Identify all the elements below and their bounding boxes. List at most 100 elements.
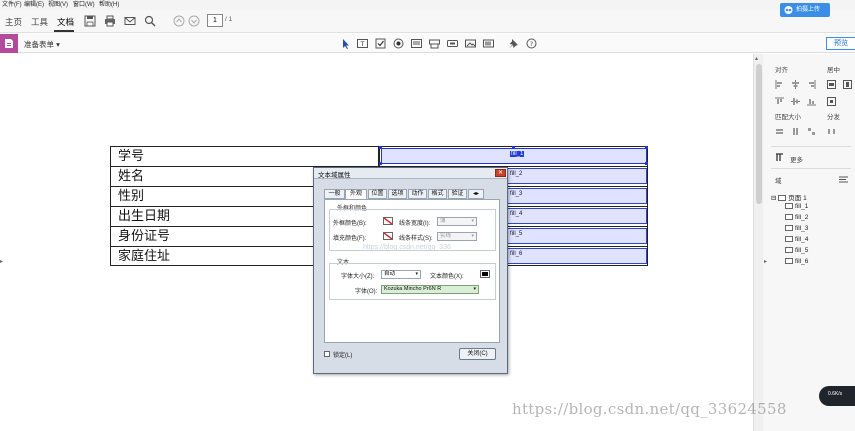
fields-options-icon[interactable] [839,175,848,184]
fill-color-picker[interactable] [383,232,393,240]
tab-actions[interactable]: 动作 [408,189,427,199]
border-color-picker[interactable] [383,217,393,225]
dialog-titlebar[interactable]: 文本域属性 ✕ [314,168,507,179]
select-cursor-icon[interactable] [340,38,351,49]
tab-document[interactable]: 文档 [57,16,74,28]
menu-file[interactable]: 文件(F) [2,0,22,8]
text-color-label: 文本颜色(X): [430,274,464,280]
page-up-icon[interactable] [173,15,185,27]
center-vertical-icon[interactable] [843,80,852,89]
print-icon[interactable] [104,15,116,27]
align-top-icon[interactable] [775,97,784,106]
upload-button-label: 拍摄上传 [796,7,821,13]
more-tools-icon[interactable] [775,153,784,162]
tab-format[interactable]: 格式 [428,189,447,199]
upload-button[interactable]: 拍摄上传 [780,3,830,17]
form-label-student-id: 学号 [110,146,379,166]
checkbox-icon[interactable] [375,38,386,49]
center-section-label: 居中 [827,67,840,74]
tree-item-fill-1[interactable]: fill_1 [785,203,808,210]
tab-general[interactable]: 一般 [324,189,345,199]
text-field-properties-dialog: 文本域属性 ✕ 一般 外观 位置 选项 动作 格式 验证 ◂▸ 外框和颜色 ht… [313,167,508,374]
tree-item-fill-4[interactable]: fill_4 [785,236,808,243]
menu-view[interactable]: 视图(V) [48,0,68,8]
save-icon[interactable] [84,15,96,27]
tab-scroll-arrows[interactable]: ◂▸ [468,189,484,199]
line-width-select[interactable]: 薄 ▾ [437,217,477,226]
tree-item-fill-3[interactable]: fill_3 [785,225,808,232]
dialog-watermark: https://blog.csdn.net/qq_336 [363,244,451,251]
tab-options[interactable]: 选项 [388,189,407,199]
prepare-form-tool-icon[interactable] [0,34,18,53]
collapse-left-icon[interactable]: ▸ [0,258,3,265]
form-field-fill-1[interactable]: fill_1 [381,148,647,164]
mail-icon[interactable] [124,15,136,27]
match-width-icon[interactable] [775,127,784,136]
tab-position[interactable]: 位置 [368,189,387,199]
menu-bar: 文件(F) 编辑(E) 视图(V) 窗口(W) 帮助(H) [0,0,855,10]
resize-handle[interactable] [379,146,382,149]
distribute-horizontal-icon[interactable] [827,127,836,136]
tree-root-page-1[interactable]: ⊟ 页面 1 [771,192,807,202]
tab-home[interactable]: 主页 [5,16,22,28]
text-field-icon[interactable]: T [357,38,368,49]
font-size-select[interactable]: 自动 ▾ [381,270,421,279]
locked-checkbox[interactable] [324,351,330,357]
fields-section-label: 域 [775,178,782,185]
help-icon[interactable]: ? [526,38,537,49]
match-both-icon[interactable] [807,127,816,136]
collapse-right-icon[interactable]: ▸ [764,258,767,265]
tree-item-fill-2[interactable]: fill_2 [785,214,808,221]
menu-help[interactable]: 帮助(H) [99,0,119,8]
right-tools-panel: 对齐 居中 匹配大小 分发 更多 域 ⊟ 页面 1 fill_1 fill_2 … [763,54,855,431]
tree-item-label: fill_1 [795,203,809,210]
align-center-icon[interactable] [791,80,800,89]
page-number-input[interactable]: 1 [207,14,223,27]
text-color-picker[interactable] [480,270,490,278]
resize-handle[interactable] [645,146,648,149]
tree-item-label: fill_6 [795,258,809,265]
pin-icon[interactable] [508,38,519,49]
dialog-close-button[interactable]: 关闭(C) [459,348,496,360]
image-field-icon[interactable] [465,38,476,49]
center-both-icon[interactable] [827,97,836,106]
page-total: / 1 [225,16,233,23]
align-middle-icon[interactable] [791,97,800,106]
page-down-icon[interactable] [188,15,200,27]
close-icon[interactable]: ✕ [495,169,506,177]
tree-item-fill-6[interactable]: fill_6 [785,258,808,265]
radio-button-icon[interactable] [393,38,404,49]
align-right-icon[interactable] [807,80,816,89]
align-left-icon[interactable] [775,80,784,89]
font-select[interactable]: Kozuka Mincho Pr6N R ▾ [381,285,479,294]
preview-button[interactable]: 预览 [826,37,855,50]
tab-tools[interactable]: 工具 [31,16,48,28]
scrollbar-thumb[interactable] [756,64,762,204]
tab-validate[interactable]: 验证 [448,189,467,199]
menu-window[interactable]: 窗口(W) [73,0,95,8]
center-horizontal-icon[interactable] [827,80,836,89]
scroll-up-icon[interactable]: ▴ [755,55,758,62]
dropdown-icon[interactable] [429,38,440,49]
resize-handle[interactable] [512,146,515,149]
more-label[interactable]: 更多 [790,154,803,164]
resize-handle[interactable] [645,162,648,165]
tree-item-fill-5[interactable]: fill_5 [785,247,808,254]
tree-item-label: fill_3 [795,225,809,232]
list-box-icon[interactable] [411,38,422,49]
cloud-icon [784,6,793,14]
search-icon[interactable] [144,15,156,27]
field-name-tag: fill_4 [510,211,523,217]
barcode-icon[interactable] [483,38,494,49]
menu-edit[interactable]: 编辑(E) [24,0,44,8]
align-bottom-icon[interactable] [807,97,816,106]
prepare-form-menu[interactable]: 准备表单 ▾ [24,39,60,50]
match-size-label: 匹配大小 [775,114,801,121]
button-field-icon[interactable] [447,38,458,49]
network-speed-widget[interactable]: 0.6K/s [819,386,855,406]
divider [771,168,851,169]
resize-handle[interactable] [379,162,382,165]
vertical-scrollbar[interactable]: ▴ [753,54,763,431]
match-height-icon[interactable] [791,127,800,136]
line-style-select[interactable]: 实线 ▾ [437,232,477,241]
